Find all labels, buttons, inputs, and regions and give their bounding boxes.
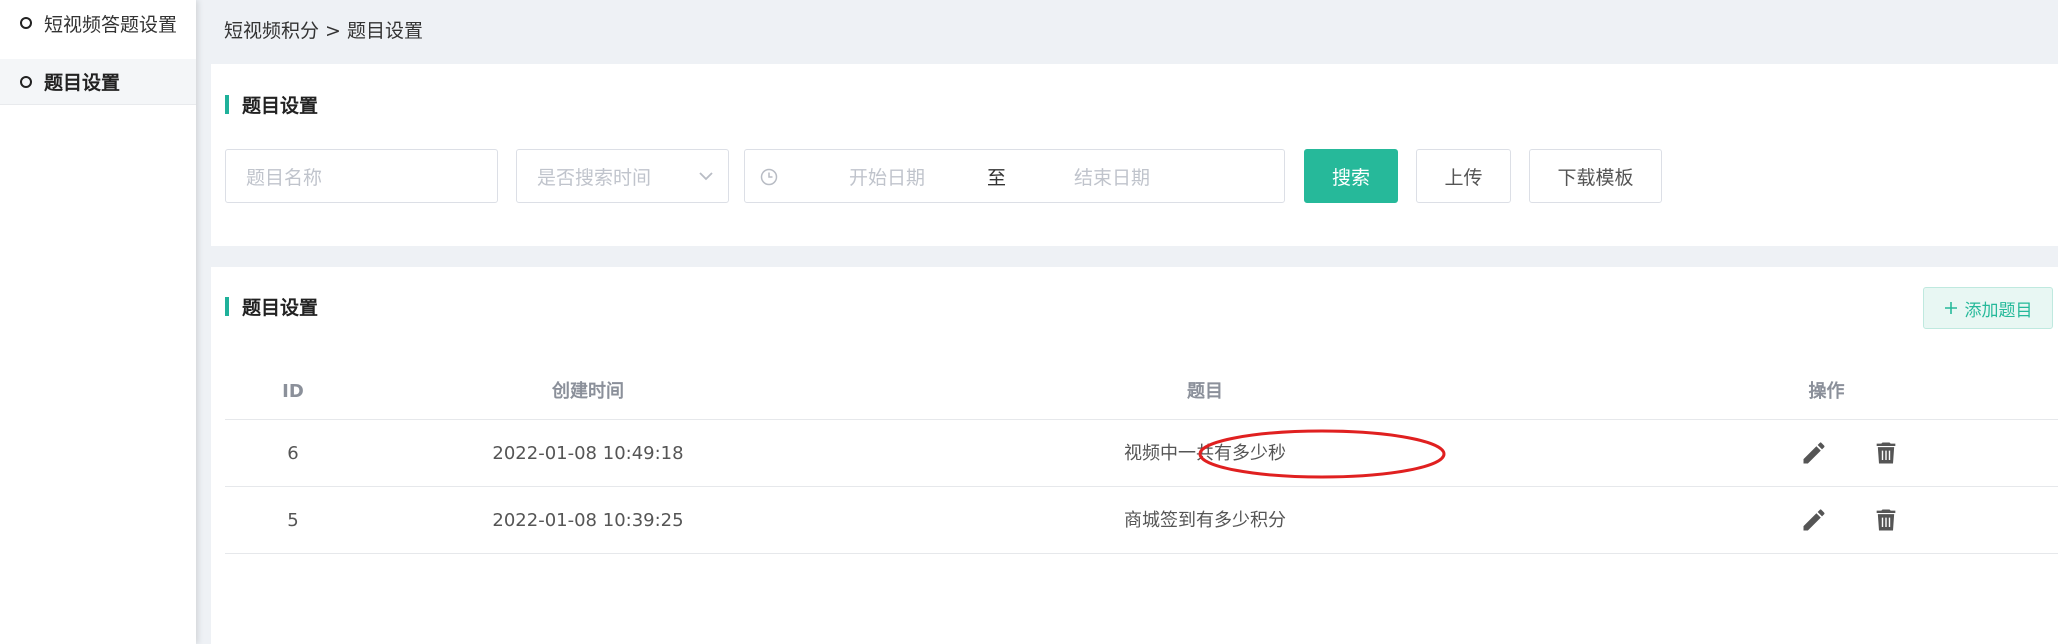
search-button[interactable]: 搜索 xyxy=(1304,149,1398,203)
column-header-question: 题目 xyxy=(1187,381,1223,402)
column-header-id: ID xyxy=(282,381,304,402)
search-time-placeholder: 是否搜索时间 xyxy=(537,166,652,189)
breadcrumb: 短视频积分 > 题目设置 xyxy=(224,20,423,42)
question-list-card: 题目设置 添加题目 ID 创建时间 题目 操作 6 2022-01-08 10:… xyxy=(211,267,2058,644)
cell-id: 5 xyxy=(287,510,299,531)
search-card-title-text: 题目设置 xyxy=(242,95,319,117)
clock-icon xyxy=(760,168,778,186)
chevron-down-icon xyxy=(699,172,713,181)
date-range-picker[interactable]: 开始日期 至 结束日期 xyxy=(744,149,1285,203)
end-date-input[interactable]: 结束日期 xyxy=(1074,163,1150,190)
title-accent-bar xyxy=(225,297,229,316)
search-card-title: 题目设置 xyxy=(225,91,318,118)
highlight-ellipse-annotation xyxy=(1198,429,1446,479)
add-question-button[interactable]: 添加题目 xyxy=(1923,287,2053,329)
search-card: 题目设置 题目名称 是否搜索时间 开始日期 至 结束日期 搜索 上传 下载模板 xyxy=(211,64,2058,246)
sidebar-item-label: 短视频答题设置 xyxy=(44,13,178,36)
date-range-separator: 至 xyxy=(987,166,1007,189)
column-header-actions: 操作 xyxy=(1808,381,1845,402)
question-name-input[interactable]: 题目名称 xyxy=(225,149,498,203)
pencil-icon[interactable] xyxy=(1800,439,1828,467)
list-card-title: 题目设置 xyxy=(225,293,318,320)
cell-created: 2022-01-08 10:39:25 xyxy=(492,510,684,531)
title-accent-bar xyxy=(225,95,229,114)
download-template-button[interactable]: 下载模板 xyxy=(1529,149,1662,203)
list-card-title-text: 题目设置 xyxy=(242,297,319,319)
sidebar-item-label: 题目设置 xyxy=(44,72,121,94)
sidebar-item-video-quiz-settings[interactable]: 短视频答题设置 xyxy=(0,0,196,46)
table-row: 6 2022-01-08 10:49:18 视频中一共有多少秒 xyxy=(225,420,2058,487)
start-date-input[interactable]: 开始日期 xyxy=(849,163,925,190)
search-time-select[interactable]: 是否搜索时间 xyxy=(516,149,729,203)
cell-created: 2022-01-08 10:49:18 xyxy=(492,443,684,464)
circle-icon xyxy=(20,75,32,88)
circle-icon xyxy=(20,17,32,29)
cell-id: 6 xyxy=(287,443,299,464)
trash-icon[interactable] xyxy=(1872,506,1900,534)
upload-button[interactable]: 上传 xyxy=(1416,149,1511,203)
table-row: 5 2022-01-08 10:39:25 商城签到有多少积分 xyxy=(225,487,2058,554)
question-name-placeholder: 题目名称 xyxy=(246,166,323,189)
sidebar-item-question-settings[interactable]: 题目设置 xyxy=(0,59,196,105)
column-header-created: 创建时间 xyxy=(552,381,624,402)
pencil-icon[interactable] xyxy=(1800,506,1828,534)
plus-icon xyxy=(1944,302,1957,314)
cell-question: 商城签到有多少积分 xyxy=(1124,510,1286,531)
trash-icon[interactable] xyxy=(1872,439,1900,467)
table-header-row: ID 创建时间 题目 操作 xyxy=(225,364,2058,420)
sidebar: 短视频答题设置 题目设置 xyxy=(0,0,196,644)
add-question-label: 添加题目 xyxy=(1964,300,2033,321)
